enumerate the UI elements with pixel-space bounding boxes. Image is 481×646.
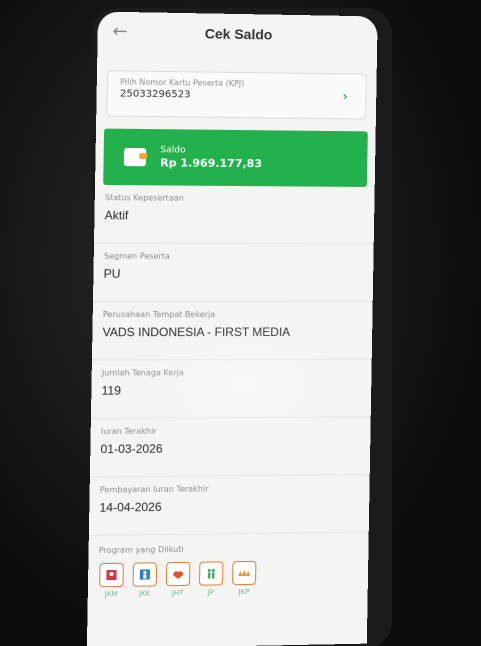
jkk-icon	[133, 562, 158, 587]
field-iuran-terakhir: Iuran Terakhir 01-03-2026	[90, 417, 371, 477]
top-bar: ← Cek Saldo	[97, 12, 377, 57]
field-label: Pembayaran Iuran Terakhir	[100, 475, 360, 495]
page-title: Cek Saldo	[98, 24, 378, 45]
programs-list: JKM JKK JHT JP JKP	[88, 551, 369, 598]
wallet-icon	[124, 148, 147, 166]
field-value: 119	[101, 383, 361, 398]
program-jkk[interactable]: JKK	[131, 562, 158, 598]
program-label: JHT	[172, 589, 184, 597]
field-perusahaan: Perusahaan Tempat Bekerja VADS INDONESIA…	[92, 302, 373, 361]
field-value: 01-03-2026	[100, 440, 360, 456]
field-jumlah-tenaga-kerja: Jumlah Tenaga Kerja 119	[91, 360, 372, 419]
field-pembayaran-iuran: Pembayaran Iuran Terakhir 14-04-2026	[89, 475, 370, 536]
arrow-left-icon[interactable]: ←	[108, 20, 133, 45]
jkm-icon	[99, 563, 124, 588]
field-status: Status Kepesertaan Aktif	[94, 185, 375, 245]
program-jp[interactable]: JP	[198, 561, 225, 596]
saldo-card: Saldo Rp 1.969.177,83	[103, 129, 368, 187]
field-label: Segmen Peserta	[104, 243, 364, 261]
field-label: Perusahaan Tempat Bekerja	[103, 302, 363, 319]
program-label: JKM	[105, 590, 118, 598]
program-label: JKP	[238, 588, 249, 596]
field-value: VADS INDONESIA - FIRST MEDIA	[102, 325, 362, 339]
field-label: Jumlah Tenaga Kerja	[102, 360, 362, 378]
kpj-selector[interactable]: Pilih Nomor Kartu Peserta (KPJ) 25033296…	[106, 70, 366, 119]
field-value: PU	[103, 267, 363, 282]
field-value: Aktif	[105, 208, 365, 223]
program-label: JP	[208, 588, 214, 596]
kpj-label: Pilih Nomor Kartu Peserta (KPJ)	[120, 77, 354, 89]
kpj-value: 25033296523	[120, 88, 354, 102]
app-screen: ← Cek Saldo Pilih Nomor Kartu Peserta (K…	[87, 12, 378, 646]
program-label: JKK	[139, 590, 150, 598]
program-jkp[interactable]: JKP	[231, 561, 258, 596]
field-segmen: Segmen Peserta PU	[93, 243, 374, 302]
saldo-value: Rp 1.969.177,83	[160, 156, 262, 170]
program-jht[interactable]: JHT	[165, 562, 192, 598]
jkp-icon	[232, 561, 256, 585]
saldo-label: Saldo	[160, 145, 262, 156]
chevron-right-icon: ›	[343, 89, 348, 103]
field-label: Status Kepesertaan	[105, 185, 365, 204]
field-value: 14-04-2026	[99, 498, 359, 515]
jp-icon	[199, 561, 223, 585]
field-label: Iuran Terakhir	[101, 417, 361, 436]
program-jkm[interactable]: JKM	[98, 563, 125, 599]
jht-icon	[166, 562, 191, 586]
